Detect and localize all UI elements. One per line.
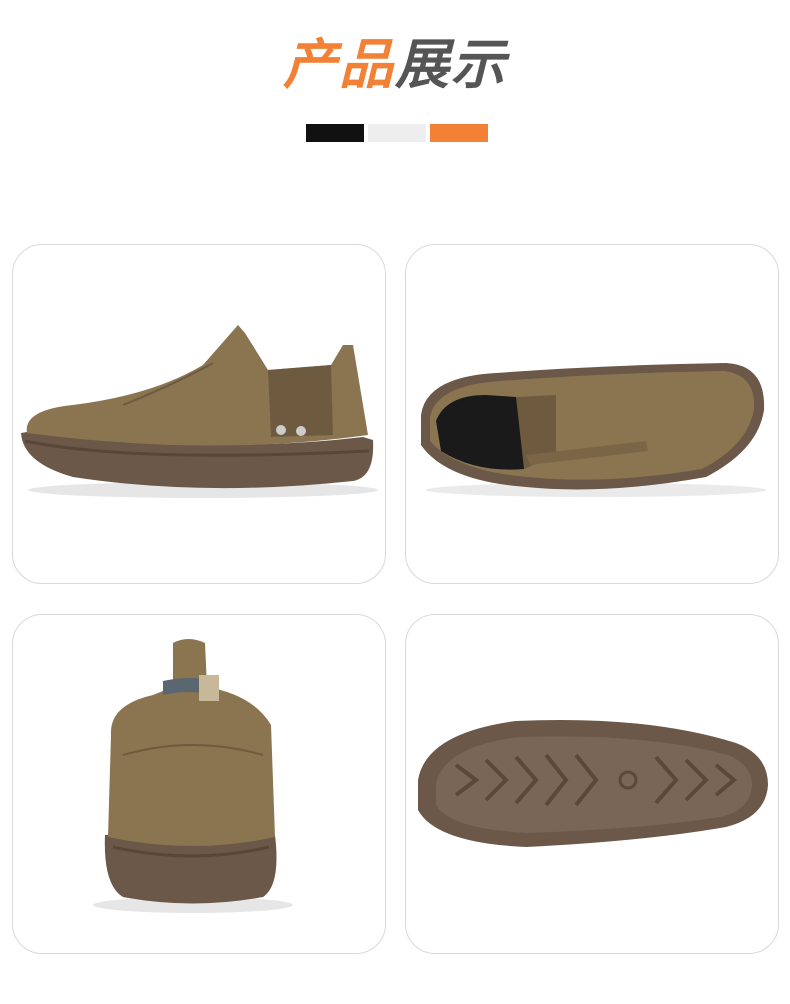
title-highlight: 产品	[283, 33, 395, 96]
color-bar-orange	[430, 124, 488, 142]
product-image-side[interactable]	[12, 244, 386, 584]
product-image-sole[interactable]	[405, 614, 779, 954]
shoe-top-image	[421, 363, 766, 497]
product-image-heel[interactable]	[12, 614, 386, 954]
shoe-side-image	[21, 325, 378, 498]
color-bar-light	[368, 124, 426, 142]
page-title: 产品展示	[0, 32, 790, 98]
product-image-top[interactable]	[405, 244, 779, 584]
shoe-sole-image	[418, 719, 768, 847]
shoe-heel-image	[93, 639, 293, 913]
color-bar	[306, 124, 492, 142]
color-bar-black	[306, 124, 364, 142]
title-rest: 展示	[395, 33, 507, 96]
